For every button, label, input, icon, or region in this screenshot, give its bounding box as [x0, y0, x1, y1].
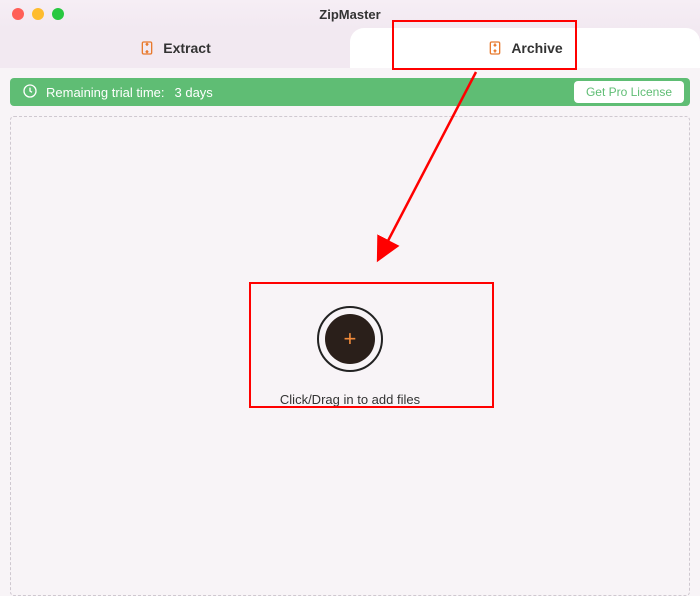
tab-archive[interactable]: Archive	[350, 28, 700, 68]
get-pro-button[interactable]: Get Pro License	[574, 81, 684, 103]
trial-banner: Remaining trial time: 3 days Get Pro Lic…	[10, 78, 690, 106]
plus-icon: +	[325, 314, 375, 364]
titlebar: ZipMaster	[0, 0, 700, 28]
tabbar: Extract Archive	[0, 28, 700, 68]
trial-label: Remaining trial time:	[46, 85, 165, 100]
dropzone-center: + Click/Drag in to add files	[280, 306, 420, 407]
close-icon[interactable]	[12, 8, 24, 20]
window-controls	[12, 8, 64, 20]
clock-icon	[22, 83, 38, 102]
extract-icon	[139, 40, 155, 56]
dropzone-text: Click/Drag in to add files	[280, 392, 420, 407]
tab-extract-label: Extract	[163, 40, 210, 56]
app-title: ZipMaster	[319, 7, 380, 22]
trial-value: 3 days	[175, 85, 213, 100]
fullscreen-icon[interactable]	[52, 8, 64, 20]
minimize-icon[interactable]	[32, 8, 44, 20]
add-files-button[interactable]: +	[317, 306, 383, 372]
dropzone[interactable]: + Click/Drag in to add files	[10, 116, 690, 596]
archive-icon	[487, 40, 503, 56]
tab-extract[interactable]: Extract	[0, 28, 350, 68]
tab-archive-label: Archive	[511, 40, 562, 56]
